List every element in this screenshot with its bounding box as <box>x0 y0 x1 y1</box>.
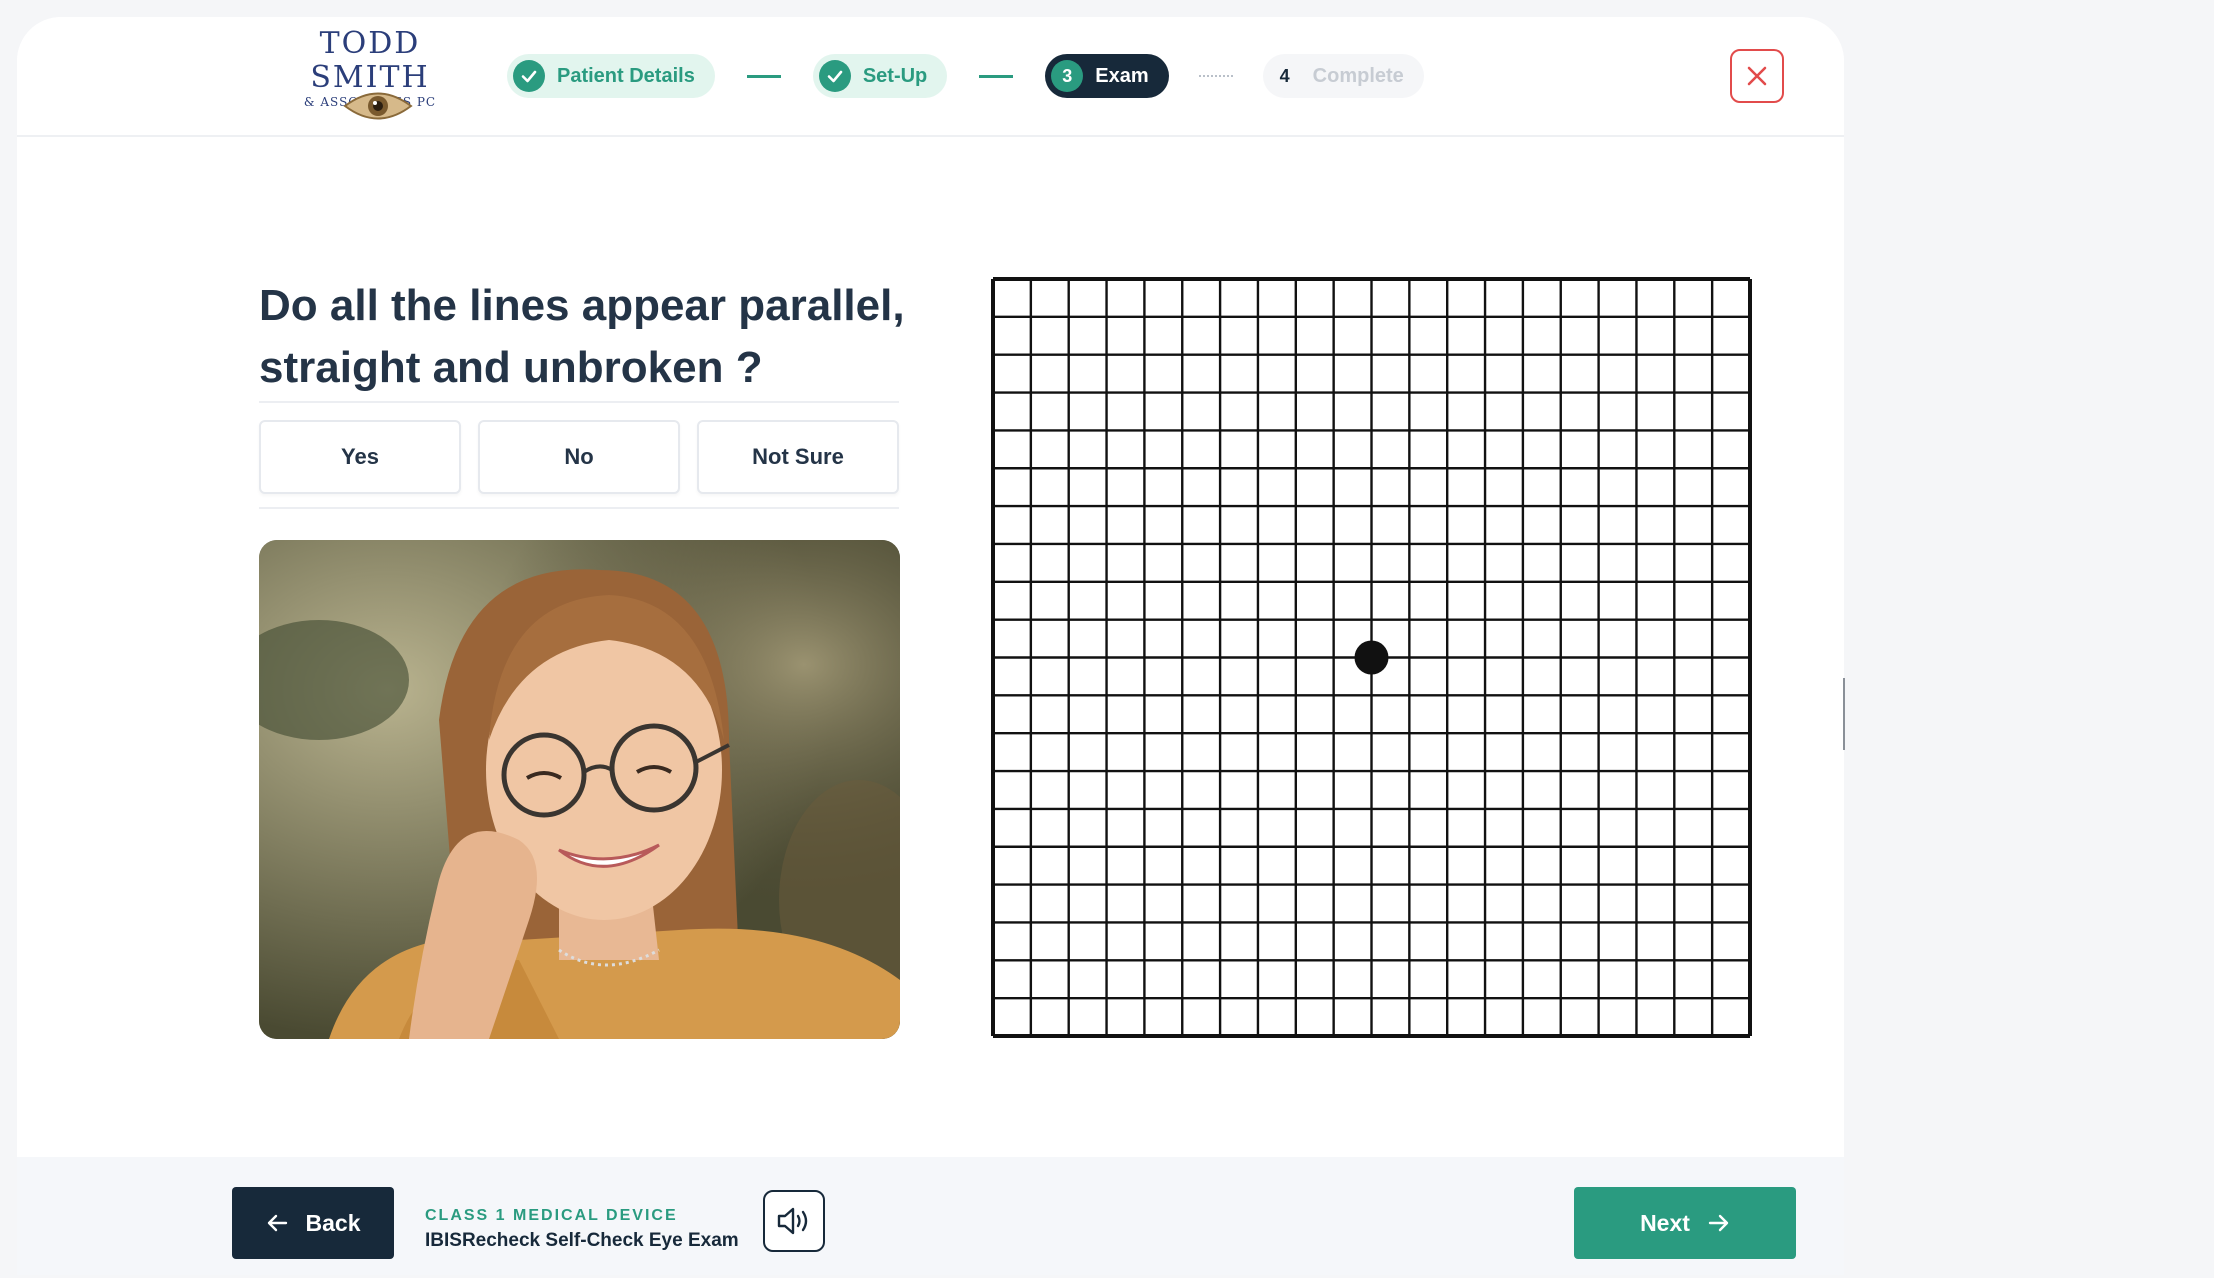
device-info: CLASS 1 MEDICAL DEVICE IBISRecheck Self-… <box>425 1205 739 1255</box>
device-name: IBISRecheck Self-Check Eye Exam <box>425 1230 739 1251</box>
back-button[interactable]: Back <box>232 1187 394 1259</box>
check-icon <box>513 60 545 92</box>
step-label: Set-Up <box>862 64 928 87</box>
step-label: Patient Details <box>557 64 695 87</box>
next-label: Next <box>1640 1209 1690 1236</box>
fixation-dot <box>1354 640 1389 675</box>
eye-logo-icon <box>343 92 413 120</box>
step-label: Complete <box>1312 64 1404 87</box>
question-text: Do all the lines appear parallel, straig… <box>259 281 905 392</box>
arrow-left-icon <box>267 1214 287 1232</box>
step-connector <box>746 74 781 78</box>
step-exam[interactable]: 3 Exam <box>1045 54 1169 98</box>
divider <box>259 507 899 509</box>
amsler-grid <box>989 275 1754 1040</box>
answer-yes-button[interactable]: Yes <box>259 420 461 494</box>
step-patient-details[interactable]: Patient Details <box>507 54 715 98</box>
step-connector <box>979 74 1014 78</box>
close-icon <box>1747 66 1767 86</box>
check-icon <box>818 60 851 92</box>
amsler-grid-chart <box>991 277 1752 1038</box>
woman-with-glasses-image <box>259 540 900 1039</box>
answer-not-sure-button[interactable]: Not Sure <box>697 420 899 494</box>
answer-options: Yes No Not Sure <box>259 420 899 494</box>
practice-logo: TODD SMITH & ASSOCIATES PC <box>265 27 475 127</box>
speaker-icon <box>777 1207 808 1235</box>
arrow-right-icon <box>1708 1214 1729 1232</box>
step-complete[interactable]: 4 Complete <box>1262 54 1424 98</box>
step-number: 4 <box>1279 65 1290 86</box>
progress-stepper: Patient Details Set-Up 3 Exam 4 Complete <box>507 54 1424 98</box>
exam-window: TODD SMITH & ASSOCIATES PC Patient Detai… <box>17 17 1844 1275</box>
step-set-up[interactable]: Set-Up <box>812 54 948 98</box>
close-button[interactable] <box>1730 49 1784 103</box>
step-label: Exam <box>1095 64 1149 87</box>
patient-photo <box>259 540 900 1039</box>
next-button[interactable]: Next <box>1574 1187 1796 1259</box>
step-connector <box>1198 75 1233 77</box>
logo-name: TODD SMITH <box>310 26 430 95</box>
step-number: 3 <box>1051 60 1084 92</box>
device-class-label: CLASS 1 MEDICAL DEVICE <box>425 1207 678 1224</box>
footer-bar: Back CLASS 1 MEDICAL DEVICE IBISRecheck … <box>17 1157 1844 1275</box>
back-label: Back <box>305 1209 361 1236</box>
resize-handle[interactable] <box>1843 678 1845 750</box>
answer-no-button[interactable]: No <box>478 420 680 494</box>
audio-button[interactable] <box>763 1190 825 1252</box>
divider <box>259 401 899 403</box>
header: TODD SMITH & ASSOCIATES PC Patient Detai… <box>17 17 1844 137</box>
